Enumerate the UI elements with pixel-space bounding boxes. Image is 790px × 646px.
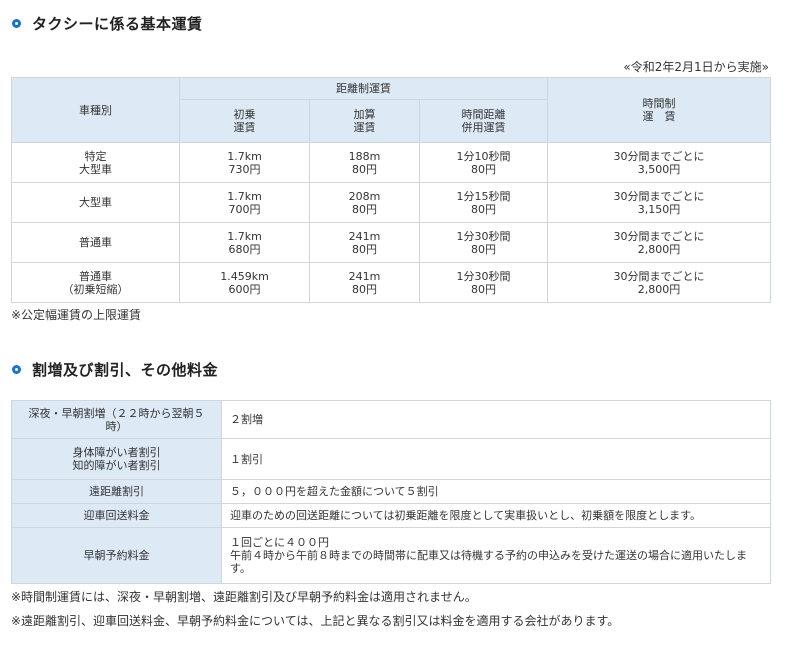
other-fees-table: 深夜・早朝割増（２２時から翌朝５ 時） ２割増 身体障がい者割引 知的障がい者割引 … xyxy=(11,400,771,584)
cell-label: 遠距離割引 xyxy=(11,479,222,504)
cell-label: 早朝予約料金 xyxy=(11,527,222,584)
cell-label: 深夜・早朝割増（２２時から翌朝５ 時） xyxy=(11,400,222,439)
circle-bullet-icon xyxy=(12,19,21,28)
section-title: タクシーに係る基本運賃 xyxy=(32,15,203,33)
cell-initial: 1.7km 680円 xyxy=(179,222,310,263)
note-other-companies: ※遠距離割引、迎車回送料金、早朝予約料金については、上記と異なる割引又は料金を適… xyxy=(11,614,620,628)
table-row: 普通車 1.7km 680円 241m 80円 1分30秒間 80円 30分間までごと… xyxy=(11,222,772,263)
cell-initial: 1.7km 730円 xyxy=(179,142,310,183)
cell-time-fare: 30分間までごとに 2,800円 xyxy=(547,222,772,263)
note-upper-limit: ※公定幅運賃の上限運賃 xyxy=(11,308,142,322)
table-row: 大型車 1.7km 700円 208m 80円 1分15秒間 80円 30分間までごと… xyxy=(11,182,772,223)
cell-vehicle-type: 普通車 （初乗短縮） xyxy=(11,262,180,303)
cell-time-distance: 1分30秒間 80円 xyxy=(418,262,549,303)
cell-added: 241m 80円 xyxy=(309,262,420,303)
cell-value: ２割増 xyxy=(221,400,771,439)
cell-vehicle-type: 普通車 xyxy=(11,222,180,263)
cell-vehicle-type: 特定 大型車 xyxy=(11,142,180,183)
cell-value: ５，０００円を超えた金額について５割引 xyxy=(221,479,771,504)
cell-initial: 1.459km 600円 xyxy=(179,262,310,303)
cell-value: １回ごとに４００円 午前４時から午前８時までの時間帯に配車又は待機する予約の申込み… xyxy=(221,527,771,584)
cell-time-distance: 1分15秒間 80円 xyxy=(418,182,549,223)
cell-time-fare: 30分間までごとに 2,800円 xyxy=(547,262,772,303)
table-row: 普通車 （初乗短縮） 1.459km 600円 241m 80円 1分30秒間 80円 … xyxy=(11,262,772,303)
cell-time-distance: 1分30秒間 80円 xyxy=(418,222,549,263)
cell-value: １割引 xyxy=(221,438,771,480)
table-row: 早朝予約料金 １回ごとに４００円 午前４時から午前８時までの時間帯に配車又は待機す… xyxy=(11,527,771,584)
header-time-distance-fare: 時間距離 併用運賃 xyxy=(418,99,549,143)
cell-added: 208m 80円 xyxy=(309,182,420,223)
header-distance-fare: 距離制運賃 xyxy=(178,77,549,100)
section-heading-other-fees: 割増及び割引、その他料金 xyxy=(12,359,218,380)
cell-initial: 1.7km 700円 xyxy=(179,182,310,223)
table-row: 特定 大型車 1.7km 730円 188m 80円 1分10秒間 80円 30分間まで… xyxy=(11,142,772,183)
section-heading-basic-fare: タクシーに係る基本運賃 xyxy=(12,13,203,34)
table-row: 迎車回送料金 迎車のための回送距離については初乗距離を限度として実車扱いとし、初… xyxy=(11,503,771,528)
circle-bullet-icon xyxy=(12,365,21,374)
table-row: 深夜・早朝割増（２２時から翌朝５ 時） ２割増 xyxy=(11,400,771,439)
table-row: 身体障がい者割引 知的障がい者割引 １割引 xyxy=(11,438,771,480)
section-title: 割増及び割引、その他料金 xyxy=(32,361,219,379)
header-time-fare: 時間制運 賃 xyxy=(547,77,772,143)
basic-fare-table: 車種別 距離制運賃 時間制運 賃 初乗 運賃 加算 運賃 時間距離 併用運賃 特定 大型… xyxy=(11,77,772,303)
effective-date: «令和2年2月1日から実施» xyxy=(623,60,769,74)
cell-added: 188m 80円 xyxy=(309,142,420,183)
cell-time-fare: 30分間までごとに 3,500円 xyxy=(547,142,772,183)
cell-time-fare: 30分間までごとに 3,150円 xyxy=(547,182,772,223)
cell-vehicle-type: 大型車 xyxy=(11,182,180,223)
cell-label: 迎車回送料金 xyxy=(11,503,222,528)
header-initial-fare: 初乗 運賃 xyxy=(179,99,310,143)
header-added-fare: 加算 運賃 xyxy=(309,99,420,143)
cell-added: 241m 80円 xyxy=(309,222,420,263)
cell-value: 迎車のための回送距離については初乗距離を限度として実車扱いとし、初乗額を限度とし… xyxy=(221,503,771,528)
header-vehicle-type: 車種別 xyxy=(11,77,180,143)
cell-label: 身体障がい者割引 知的障がい者割引 xyxy=(11,438,222,480)
note-time-fare: ※時間制運賃には、深夜・早朝割増、遠距離割引及び早朝予約料金は適用されません。 xyxy=(11,590,477,604)
cell-time-distance: 1分10秒間 80円 xyxy=(418,142,549,183)
table-row: 遠距離割引 ５，０００円を超えた金額について５割引 xyxy=(11,479,771,504)
